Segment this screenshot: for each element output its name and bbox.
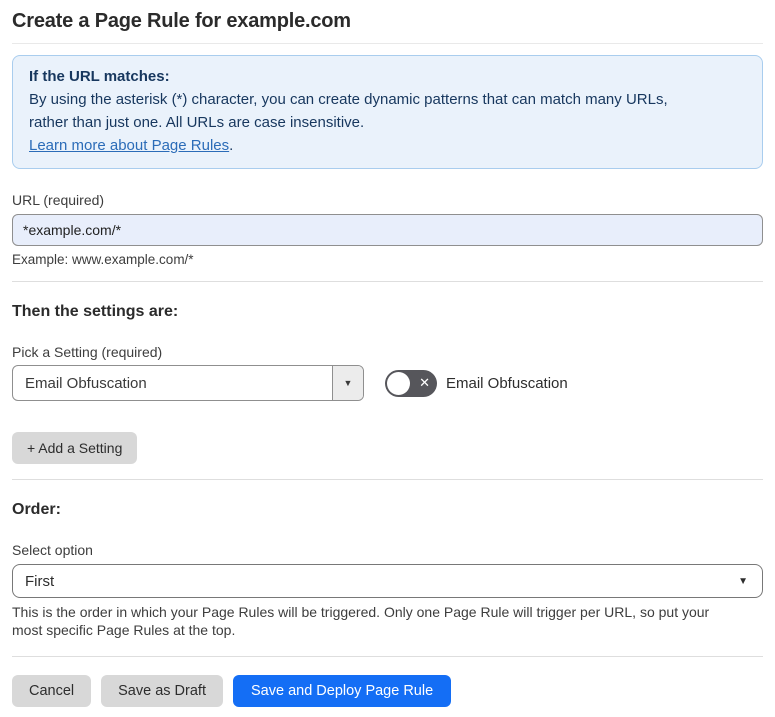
order-select-label: Select option bbox=[12, 542, 93, 558]
email-obfuscation-toggle[interactable]: ✕ bbox=[385, 369, 437, 397]
page-title: Create a Page Rule for example.com bbox=[12, 10, 351, 32]
toggle-label: Email Obfuscation bbox=[446, 374, 568, 392]
settings-heading: Then the settings are: bbox=[12, 303, 179, 320]
url-label: URL (required) bbox=[12, 192, 105, 208]
setting-row: Email Obfuscation ▼ ✕ Email Obfuscation bbox=[12, 365, 763, 401]
url-match-info-box: If the URL matches: By using the asteris… bbox=[12, 55, 763, 169]
add-setting-button[interactable]: + Add a Setting bbox=[12, 432, 138, 464]
cancel-button[interactable]: Cancel bbox=[12, 675, 92, 707]
dropdown-arrow-icon: ▼ bbox=[738, 575, 748, 587]
order-help-text: This is the order in which your Page Rul… bbox=[12, 604, 763, 639]
learn-more-link[interactable]: Learn more about Page Rules bbox=[29, 137, 229, 154]
toggle-off-x-icon: ✕ bbox=[419, 375, 430, 390]
page-rule-form: Create a Page Rule for example.com If th… bbox=[0, 0, 775, 707]
section-divider-1 bbox=[12, 281, 763, 282]
info-box-body-line-1: By using the asterisk (*) character, you… bbox=[29, 91, 668, 108]
save-as-draft-button[interactable]: Save as Draft bbox=[101, 675, 223, 707]
title-divider bbox=[12, 43, 763, 44]
footer-divider bbox=[12, 656, 763, 657]
info-box-heading: If the URL matches: bbox=[29, 68, 170, 85]
order-heading: Order: bbox=[12, 501, 61, 518]
order-help-line-2: most specific Page Rules at the top. bbox=[12, 621, 236, 638]
setting-select-value: Email Obfuscation bbox=[25, 374, 147, 392]
dropdown-arrow-icon: ▼ bbox=[343, 378, 353, 388]
save-and-deploy-button[interactable]: Save and Deploy Page Rule bbox=[232, 675, 452, 707]
setting-select[interactable]: Email Obfuscation ▼ bbox=[12, 365, 364, 401]
url-example-text: Example: www.example.com/* bbox=[12, 252, 194, 267]
footer-actions: Cancel Save as Draft Save and Deploy Pag… bbox=[12, 675, 763, 707]
link-suffix: . bbox=[229, 137, 234, 154]
pick-setting-label: Pick a Setting (required) bbox=[12, 344, 163, 360]
order-select[interactable]: First ▼ bbox=[12, 564, 763, 598]
order-select-value: First bbox=[25, 572, 55, 590]
info-box-body-line-2: rather than just one. All URLs are case … bbox=[29, 114, 365, 131]
order-help-line-1: This is the order in which your Page Rul… bbox=[12, 604, 710, 620]
section-divider-2 bbox=[12, 479, 763, 480]
setting-select-dropdown-button[interactable]: ▼ bbox=[332, 366, 363, 400]
url-input[interactable] bbox=[12, 214, 763, 246]
toggle-knob bbox=[387, 371, 410, 395]
